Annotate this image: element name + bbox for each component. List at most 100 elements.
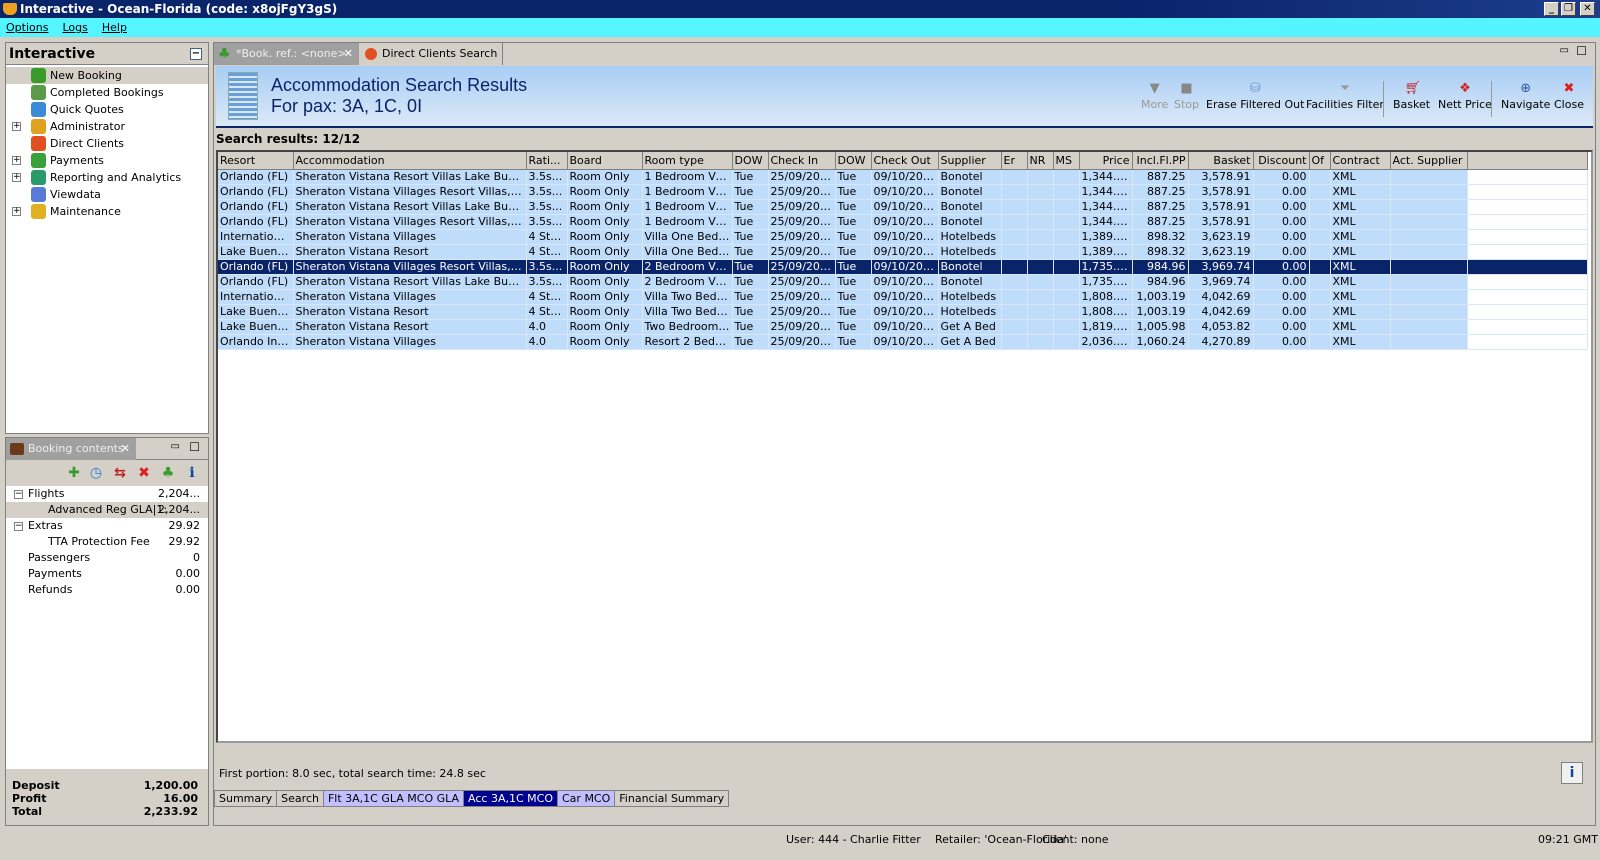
menu-help[interactable]: Help — [102, 21, 127, 34]
table-cell — [1053, 274, 1080, 290]
facilities-filter-button[interactable]: ⏷ Facilities Filter — [1306, 82, 1384, 112]
tab-booking[interactable]: ♣ *Book. ref.: <none> ✕ — [214, 43, 359, 65]
table-row[interactable]: Internation... Sheraton Vistana Villages 4… — [218, 229, 1588, 245]
more-button[interactable]: ▼ More — [1141, 82, 1168, 112]
expand-icon[interactable]: + — [12, 173, 21, 182]
column-header[interactable]: Check In — [768, 152, 836, 170]
booking-totals: Deposit 1,200.00 Profit 16.00 Total 2,233.92 — [6, 769, 208, 825]
booking-row[interactable]: Advanced Reg GLA|1: 2,204... — [6, 502, 208, 518]
nav-item[interactable]: New Booking — [6, 67, 208, 84]
minimize-view-button[interactable]: ▭ — [1560, 45, 1569, 56]
maximize-panel-button[interactable]: ☐ — [189, 440, 200, 454]
expand-icon[interactable]: + — [12, 122, 21, 131]
total-label: Profit — [12, 792, 47, 805]
bottom-tab[interactable]: Financial Summary — [614, 790, 730, 807]
bottom-tab[interactable]: Car MCO — [557, 790, 616, 807]
info-icon[interactable]: i — [184, 465, 200, 481]
booking-row[interactable]: Refunds 0.00 — [6, 582, 208, 598]
close-window-button[interactable]: ✕ — [1580, 2, 1595, 16]
table-row[interactable]: Lake Buena... Sheraton Vistana Resort 4.0 R… — [218, 319, 1588, 335]
column-header[interactable]: Resort — [218, 152, 294, 170]
nav-item[interactable]: + Administrator — [6, 118, 208, 135]
column-header[interactable]: Basket — [1188, 152, 1254, 170]
erase-filtered-out-button[interactable]: ⛁ Erase Filtered Out — [1206, 82, 1304, 112]
column-header[interactable]: NR — [1027, 152, 1054, 170]
column-header[interactable]: Room type — [642, 152, 733, 170]
column-header[interactable]: Of — [1309, 152, 1331, 170]
table-row[interactable]: Orlando (FL) Sheraton Vistana Resort Vill… — [218, 274, 1588, 290]
column-header[interactable]: Check Out — [871, 152, 939, 170]
column-header[interactable]: Discount — [1253, 152, 1310, 170]
expand-icon[interactable]: + — [12, 156, 21, 165]
info-button[interactable]: i — [1561, 762, 1583, 784]
nav-item[interactable]: Completed Bookings — [6, 84, 208, 101]
close-button[interactable]: ✖ Close — [1554, 82, 1584, 112]
navigate-button[interactable]: ⊕ Navigate — [1501, 82, 1550, 112]
close-tab-icon[interactable]: ✕ — [121, 438, 130, 460]
suitcase-icon — [10, 443, 24, 455]
column-header[interactable]: Incl.Fl.PP — [1132, 152, 1189, 170]
booking-row[interactable]: − Flights 2,204... — [6, 486, 208, 502]
nett-price-button[interactable]: ❖ Nett Price — [1438, 82, 1492, 112]
nav-item[interactable]: + Maintenance — [6, 203, 208, 220]
column-header[interactable]: Contract — [1330, 152, 1391, 170]
bottom-tab[interactable]: Search — [276, 790, 324, 807]
table-row[interactable]: Orlando (FL) Sheraton Vistana Villages Re… — [218, 214, 1588, 230]
column-header[interactable]: Board — [567, 152, 643, 170]
bottom-tab[interactable]: Acc 3A,1C MCO — [463, 790, 558, 807]
expand-icon[interactable]: + — [12, 207, 21, 216]
booking-row[interactable]: TTA Protection Fee 29.92 — [6, 534, 208, 550]
basket-button[interactable]: 🛒︎ Basket — [1393, 82, 1430, 112]
palm-icon[interactable]: ♣ — [160, 465, 176, 481]
column-header[interactable]: Supplier — [938, 152, 1002, 170]
table-row[interactable]: Orlando (FL) Sheraton Vistana Villages Re… — [218, 259, 1588, 275]
column-header[interactable]: Act. Supplier — [1390, 152, 1468, 170]
table-row[interactable]: Orlando (FL) Sheraton Vistana Villages Re… — [218, 184, 1588, 200]
restore-button[interactable]: ❐ — [1561, 2, 1576, 16]
collapse-icon[interactable]: − — [14, 522, 23, 531]
nav-item[interactable]: Quick Quotes — [6, 101, 208, 118]
column-header[interactable]: DOW — [732, 152, 769, 170]
booking-row[interactable]: − Extras 29.92 — [6, 518, 208, 534]
bottom-tab[interactable]: Summary — [214, 790, 278, 807]
results-table: Resort Accommodation Rati... Board Room type… — [216, 150, 1593, 743]
cart-transfer-icon[interactable]: ⇆ — [112, 465, 128, 481]
table-cell: Tue — [835, 244, 872, 260]
nav-item[interactable]: + Reporting and Analytics — [6, 169, 208, 186]
minimize-panel-button[interactable]: ▭ — [171, 441, 180, 452]
table-cell: Sheraton Vistana Villages — [293, 334, 527, 350]
menu-options[interactable]: Options — [6, 21, 48, 34]
stop-button[interactable]: ■ Stop — [1174, 82, 1199, 112]
booking-row[interactable]: Payments 0.00 — [6, 566, 208, 582]
column-header[interactable]: Accommodation — [293, 152, 527, 170]
column-header[interactable]: Er — [1001, 152, 1028, 170]
clock-refresh-icon[interactable]: ◷ — [88, 465, 104, 481]
bottom-tab[interactable]: Flt 3A,1C GLA MCO GLA — [322, 790, 465, 807]
table-row[interactable]: Internation... Sheraton Vistana Villages 4… — [218, 289, 1588, 305]
tab-booking-contents[interactable]: Booking contents ✕ — [6, 438, 136, 460]
collapse-icon[interactable]: − — [14, 490, 23, 499]
column-header[interactable]: Rati... — [526, 152, 568, 170]
collapse-all-button[interactable]: − — [190, 48, 202, 60]
nav-item[interactable]: + Payments — [6, 152, 208, 169]
booking-row[interactable]: Passengers 0 — [6, 550, 208, 566]
table-row[interactable]: Orlando Int... Sheraton Vistana Villages 4… — [218, 334, 1588, 350]
maximize-view-button[interactable]: ☐ — [1576, 44, 1587, 58]
minimize-button[interactable]: _ — [1544, 2, 1559, 16]
column-header[interactable]: DOW — [835, 152, 872, 170]
close-tab-icon[interactable]: ✕ — [344, 43, 353, 65]
table-row[interactable]: Orlando (FL) Sheraton Vistana Resort Vill… — [218, 199, 1588, 215]
column-header[interactable]: Price — [1079, 152, 1133, 170]
nav-item[interactable]: Viewdata — [6, 186, 208, 203]
table-row[interactable]: Orlando (FL) Sheraton Vistana Resort Vill… — [218, 169, 1588, 185]
delete-icon[interactable]: ✖ — [136, 465, 152, 481]
table-row[interactable]: Lake Buena... Sheraton Vistana Resort 4 St… — [218, 244, 1588, 260]
nav-item[interactable]: Direct Clients — [6, 135, 208, 152]
tab-booking-label: *Book. ref.: <none> — [236, 47, 347, 60]
add-icon[interactable]: ✚ — [66, 465, 82, 481]
table-row[interactable]: Lake Buena... Sheraton Vistana Resort 4 St… — [218, 304, 1588, 320]
table-cell: 1,344.99 — [1079, 214, 1133, 230]
column-header[interactable]: MS — [1053, 152, 1080, 170]
tab-direct-clients-search[interactable]: Direct Clients Search — [360, 43, 503, 65]
menu-logs[interactable]: Logs — [62, 21, 87, 34]
